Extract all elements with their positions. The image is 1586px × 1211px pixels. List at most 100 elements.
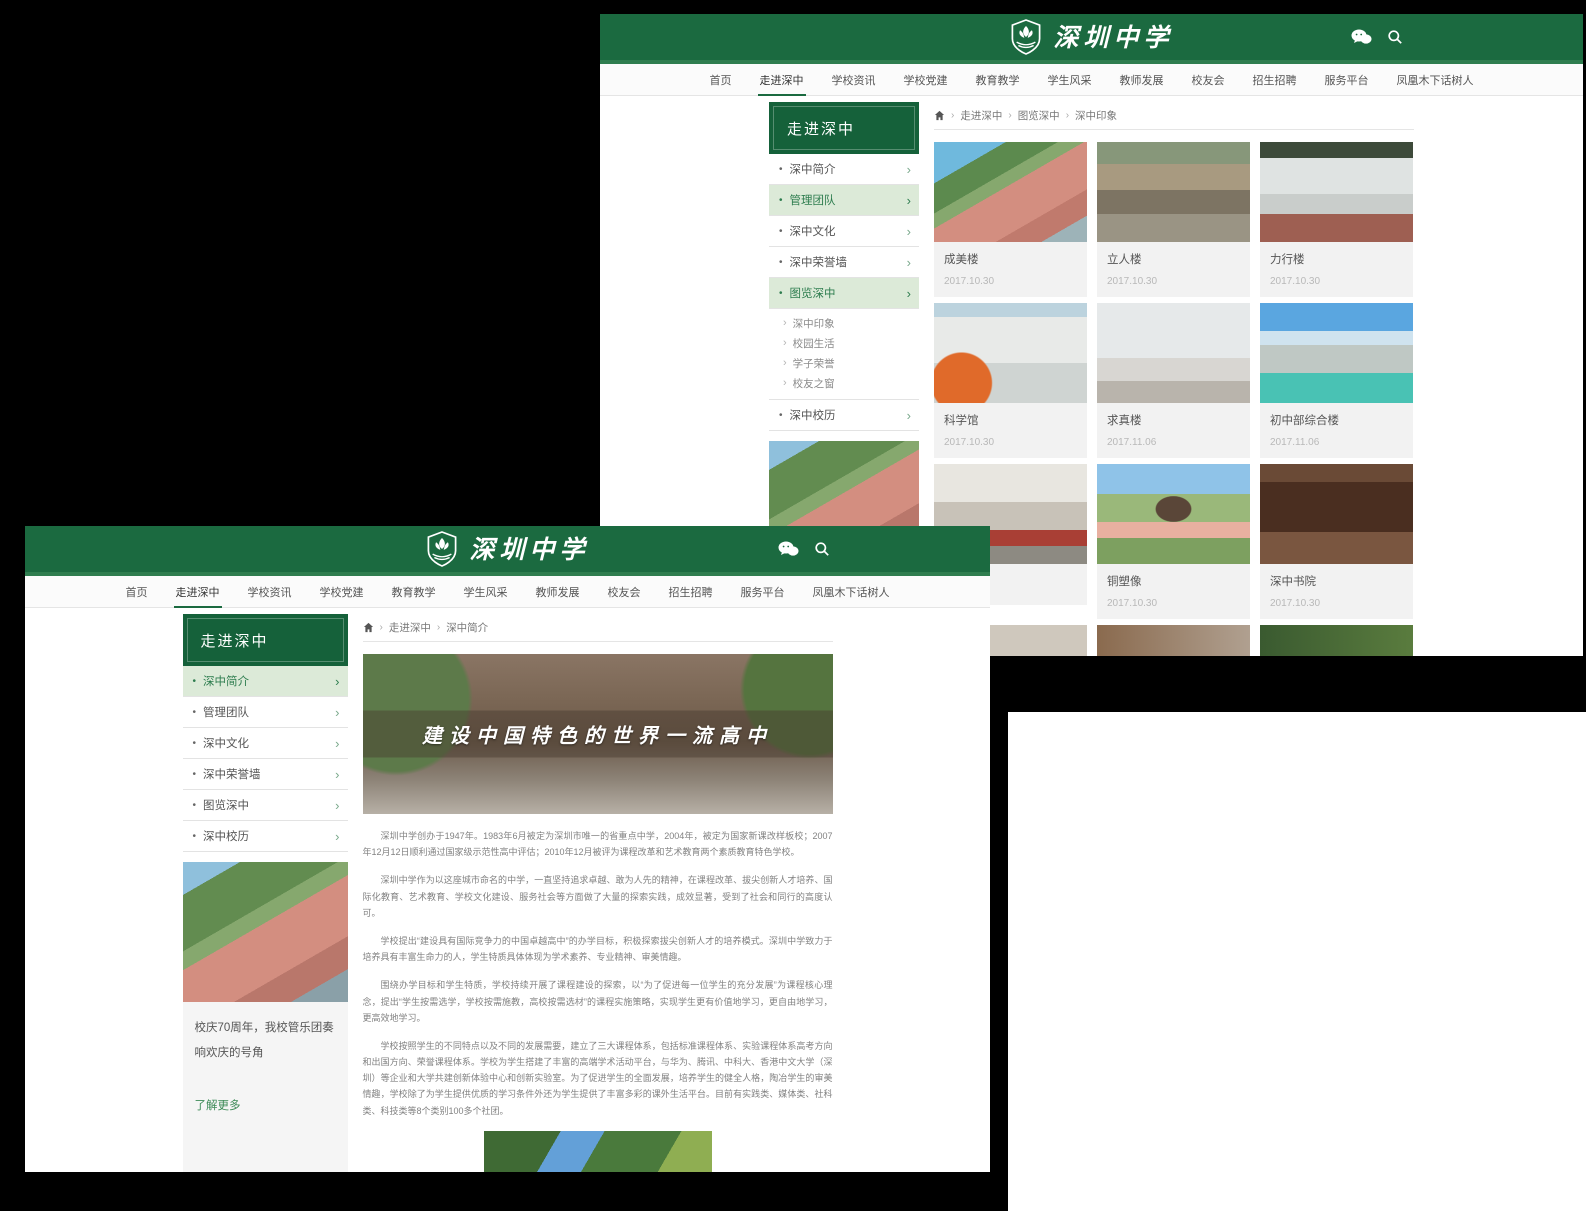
nav-item-column[interactable]: 凤凰木下话树人 xyxy=(1395,64,1476,96)
nav-item-teaching[interactable]: 教育教学 xyxy=(390,576,438,608)
main-nav: 首页 走进深中 学校资讯 学校党建 教育教学 学生风采 教师发展 校友会 招生招… xyxy=(600,64,1583,96)
card-title: 立人楼 xyxy=(1107,251,1240,267)
nav-item-news[interactable]: 学校资讯 xyxy=(246,576,294,608)
nav-item-alumni[interactable]: 校友会 xyxy=(606,576,643,608)
nav-item-teaching[interactable]: 教育教学 xyxy=(974,64,1022,96)
sidebar-item-honors[interactable]: • 深中荣誉墙 › xyxy=(183,759,348,790)
nav-item-students[interactable]: 学生风采 xyxy=(1046,64,1094,96)
home-icon[interactable] xyxy=(934,110,945,121)
gallery-card[interactable]: 立人楼 2017.10.30 xyxy=(1097,142,1250,297)
crumb-sep: › xyxy=(1066,110,1069,121)
paragraph: 深圳中学作为以这座城市命名的中学，一直坚持追求卓越、敢为人先的精神，在课程改革、… xyxy=(363,872,833,921)
nav-item-about[interactable]: 走进深中 xyxy=(758,64,806,96)
sidebar-title: 走进深中 xyxy=(769,102,919,154)
widget-photo[interactable] xyxy=(183,862,348,1002)
nav-item-home[interactable]: 首页 xyxy=(708,64,734,96)
bullet-icon: • xyxy=(779,410,783,421)
building-photo xyxy=(1260,303,1413,403)
crumb-sep: › xyxy=(437,622,440,633)
gallery-card[interactable]: 初中部综合楼 2017.11.06 xyxy=(1260,303,1413,458)
sidebar-subitem-label: 学子荣誉 xyxy=(793,356,835,371)
campus-trees-photo xyxy=(484,1131,712,1172)
card-title: 科学馆 xyxy=(944,412,1077,428)
sidebar-item-photos[interactable]: • 图览深中 › xyxy=(769,278,919,309)
nav-item-teachers[interactable]: 教师发展 xyxy=(534,576,582,608)
nav-item-party[interactable]: 学校党建 xyxy=(902,64,950,96)
sidebar-item-intro[interactable]: • 深中简介 › xyxy=(183,666,348,697)
school-logo[interactable]: 深圳中学 xyxy=(425,530,589,568)
nav-item-home[interactable]: 首页 xyxy=(124,576,150,608)
banner-caption: 建设中国特色的世界一流高中 xyxy=(422,724,773,748)
nav-item-admissions[interactable]: 招生招聘 xyxy=(667,576,715,608)
search-icon[interactable] xyxy=(814,541,830,557)
nav-item-column[interactable]: 凤凰木下话树人 xyxy=(811,576,892,608)
nav-item-alumni[interactable]: 校友会 xyxy=(1190,64,1227,96)
wechat-icon[interactable] xyxy=(778,541,799,557)
chevron-right-icon: › xyxy=(783,357,787,369)
sidebar-item-label: 深中文化 xyxy=(790,223,836,239)
chevron-right-icon: › xyxy=(907,194,911,207)
card-title: 求真楼 xyxy=(1107,412,1240,428)
about-page-window: 深圳中学 xyxy=(25,526,990,1172)
card-date: 2017.10.30 xyxy=(944,437,1077,448)
sidebar-subitem-campus-life[interactable]: › 校园生活 xyxy=(769,333,919,353)
sidebar-item-culture[interactable]: • 深中文化 › xyxy=(183,728,348,759)
sidebar-item-label: 图览深中 xyxy=(203,797,249,813)
nav-item-services[interactable]: 服务平台 xyxy=(1323,64,1371,96)
crumb-intro[interactable]: 深中简介 xyxy=(446,620,488,635)
gallery-card-partial[interactable] xyxy=(1260,625,1413,656)
nav-item-about[interactable]: 走进深中 xyxy=(174,576,222,608)
learn-more-link[interactable]: 了解更多 xyxy=(195,1097,241,1113)
nav-item-admissions[interactable]: 招生招聘 xyxy=(1251,64,1299,96)
card-date: 2017.10.30 xyxy=(1107,276,1240,287)
gallery-card[interactable]: 力行楼 2017.10.30 xyxy=(1260,142,1413,297)
building-photo xyxy=(1260,142,1413,242)
nav-item-teachers[interactable]: 教师发展 xyxy=(1118,64,1166,96)
card-title: 铜塑像 xyxy=(1107,573,1240,589)
sidebar-subitem-alumni-window[interactable]: › 校友之窗 xyxy=(769,373,919,393)
nav-item-students[interactable]: 学生风采 xyxy=(462,576,510,608)
nav-item-party[interactable]: 学校党建 xyxy=(318,576,366,608)
gallery-card[interactable]: 深中书院 2017.10.30 xyxy=(1260,464,1413,619)
sidebar-item-intro[interactable]: • 深中简介 › xyxy=(769,154,919,185)
school-name: 深圳中学 xyxy=(1053,25,1173,50)
crumb-about[interactable]: 走进深中 xyxy=(960,108,1002,123)
nav-item-news[interactable]: 学校资讯 xyxy=(830,64,878,96)
gallery-card[interactable]: 铜塑像 2017.10.30 xyxy=(1097,464,1250,619)
card-date: 2017.10.30 xyxy=(1270,276,1403,287)
sidebar-item-team[interactable]: • 管理团队 › xyxy=(183,697,348,728)
site-header: 深圳中学 xyxy=(600,14,1583,64)
bullet-icon: • xyxy=(193,769,197,780)
sidebar: 走进深中 • 深中简介 › • 管理团队 › • 深中文化 xyxy=(183,614,348,1172)
search-icon[interactable] xyxy=(1387,29,1403,45)
nav-item-services[interactable]: 服务平台 xyxy=(739,576,787,608)
crumb-about[interactable]: 走进深中 xyxy=(389,620,431,635)
crumb-photos[interactable]: 图览深中 xyxy=(1018,108,1060,123)
sidebar-item-calendar[interactable]: • 深中校历 › xyxy=(183,821,348,852)
school-logo[interactable]: 深圳中学 xyxy=(1009,18,1173,56)
bullet-icon: • xyxy=(779,257,783,268)
gallery-card[interactable]: 求真楼 2017.11.06 xyxy=(1097,303,1250,458)
sidebar-item-photos[interactable]: • 图览深中 › xyxy=(183,790,348,821)
sidebar-subitem-student-honors[interactable]: › 学子荣誉 xyxy=(769,353,919,373)
gallery-card-partial[interactable] xyxy=(1097,625,1250,656)
chevron-right-icon: › xyxy=(907,287,911,300)
home-icon[interactable] xyxy=(363,622,374,633)
chevron-right-icon: › xyxy=(335,737,339,750)
gallery-card[interactable]: 科学馆 2017.10.30 xyxy=(934,303,1087,458)
card-date: 2017.10.30 xyxy=(1270,598,1403,609)
sidebar-item-label: 深中荣誉墙 xyxy=(790,254,848,270)
sidebar-item-culture[interactable]: • 深中文化 › xyxy=(769,216,919,247)
sidebar-item-honors[interactable]: • 深中荣誉墙 › xyxy=(769,247,919,278)
sidebar-item-team[interactable]: • 管理团队 › xyxy=(769,185,919,216)
crumb-sep: › xyxy=(380,622,383,633)
widget-caption: 校庆70周年，我校管乐团奏响欢庆的号角 xyxy=(195,1016,336,1067)
bullet-icon: • xyxy=(193,676,197,687)
sidebar-subitem-impressions[interactable]: › 深中印象 xyxy=(769,313,919,333)
gallery-card[interactable]: 成美楼 2017.10.30 xyxy=(934,142,1087,297)
sidebar-item-calendar[interactable]: • 深中校历 › xyxy=(769,400,919,431)
wechat-icon[interactable] xyxy=(1351,29,1372,45)
crumb-impressions[interactable]: 深中印象 xyxy=(1075,108,1117,123)
main-nav: 首页 走进深中 学校资讯 学校党建 教育教学 学生风采 教师发展 校友会 招生招… xyxy=(25,576,990,608)
school-name: 深圳中学 xyxy=(469,537,589,562)
